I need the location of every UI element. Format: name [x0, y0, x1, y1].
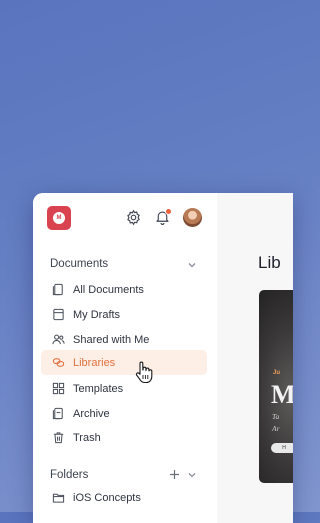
documents-icon	[52, 283, 63, 296]
nav-item-label: Trash	[73, 431, 101, 444]
nav-item-libraries[interactable]: Libraries	[41, 350, 207, 375]
nav-item-trash[interactable]: Trash	[41, 425, 207, 450]
nav-item-my-drafts[interactable]: My Drafts	[41, 302, 207, 327]
nav-item-label: My Drafts	[73, 308, 121, 321]
sidebar: M Documents All Documents My Drafts Shar…	[33, 193, 217, 523]
page-title: Lib	[258, 253, 281, 272]
nav-item-label: Templates	[73, 382, 124, 395]
card-subtitle: Ta	[272, 412, 280, 421]
trash-icon	[53, 432, 64, 444]
nav-item-all-documents[interactable]: All Documents	[41, 277, 207, 302]
chevron-down-icon[interactable]	[187, 260, 197, 270]
card-tag: Ju	[273, 370, 281, 376]
nav-item-templates[interactable]: Templates	[41, 376, 207, 401]
app-window: M Documents All Documents My Drafts Shar…	[33, 193, 293, 523]
folders-section-title: Folders	[50, 469, 89, 481]
drafts-icon	[53, 308, 64, 321]
folder-icon	[52, 493, 65, 503]
avatar[interactable]	[183, 208, 202, 227]
folder-item-ios-concepts[interactable]: iOS Concepts	[41, 485, 207, 510]
nav-item-label: Archive	[73, 407, 110, 420]
card-title: M	[271, 380, 293, 409]
gear-icon[interactable]	[125, 209, 142, 226]
nav-item-label: All Documents	[73, 283, 144, 296]
documents-section-title: Documents	[50, 258, 109, 270]
nav-item-label: Shared with Me	[73, 333, 150, 346]
library-card[interactable]: Ju M Ta Ar H	[259, 290, 293, 483]
main-content: Lib Ju M Ta Ar H	[217, 193, 293, 523]
card-subtitle: Ar	[272, 424, 280, 433]
nav-item-shared-with-me[interactable]: Shared with Me	[41, 327, 207, 352]
archive-icon	[52, 407, 63, 420]
app-logo[interactable]: M	[47, 206, 71, 230]
templates-icon	[52, 382, 65, 395]
logo-mark: M	[53, 212, 65, 224]
chevron-down-icon[interactable]	[187, 470, 197, 480]
people-icon	[52, 334, 65, 345]
plus-icon[interactable]	[169, 469, 180, 480]
notification-dot	[165, 208, 172, 215]
libraries-icon	[52, 358, 65, 367]
nav-item-label: Libraries	[73, 356, 116, 369]
nav-item-archive[interactable]: Archive	[41, 401, 207, 426]
card-button[interactable]: H	[271, 443, 293, 453]
hand-cursor-icon	[135, 361, 153, 384]
nav-item-label: iOS Concepts	[73, 491, 141, 504]
